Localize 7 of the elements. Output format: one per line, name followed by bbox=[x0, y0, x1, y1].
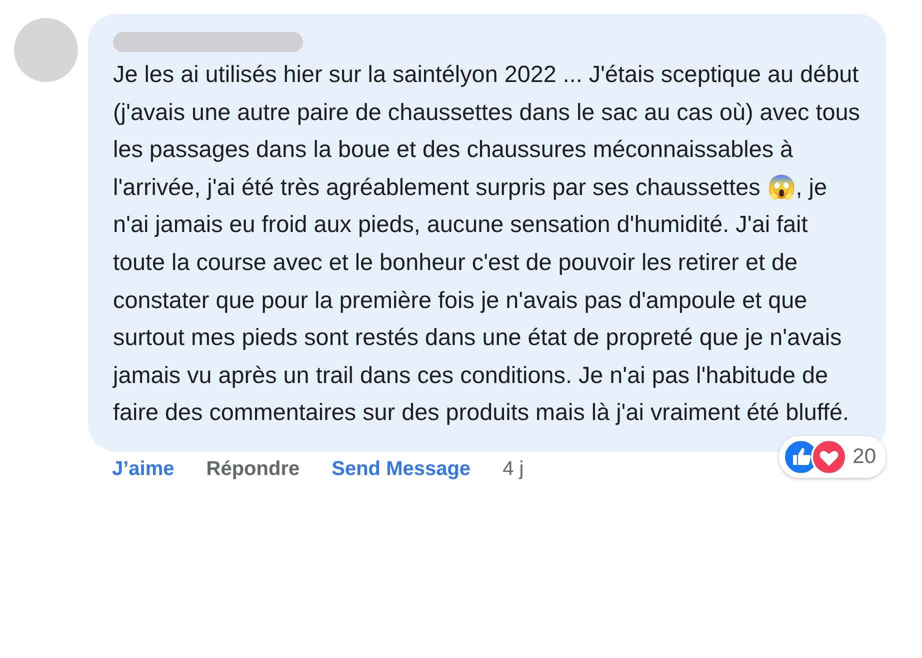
reactions-badge[interactable]: 20 bbox=[778, 436, 886, 478]
comment-action-link[interactable]: Répondre bbox=[206, 458, 300, 481]
comment-time: 4 j bbox=[502, 458, 524, 481]
comment-action-link[interactable]: Send Message bbox=[332, 458, 471, 481]
comment-text: Je les ai utilisés hier sur la saintélyon 2022 ... J'étais sceptique au début (j'avais une autre paire de chaussettes dans le sac au cas où) avec tous les passages dans la boue et des chaussures méconnaissables à l'arrivée, j'ai été très agréablement surpris par ses chaussettes 😱, je n'ai jamais eu froid aux pieds, aucune sensation d'humidité. J'ai fait toute la course avec et le bonheur c'est de pouvoir les retirer et de constater que pour la première fois je n'avais pas d'ampoule et que surtout mes pieds sont restés dans une état de propreté que je n'avais jamais vu après un trail dans ces conditions. Je n'ai pas l'habitude de faire des commentaires sur des produits mais là j'ai vraiment été bluffé. bbox=[113, 60, 861, 428]
comment-action-link[interactable]: J’aime bbox=[112, 458, 174, 481]
reaction-count: 20 bbox=[852, 444, 876, 469]
